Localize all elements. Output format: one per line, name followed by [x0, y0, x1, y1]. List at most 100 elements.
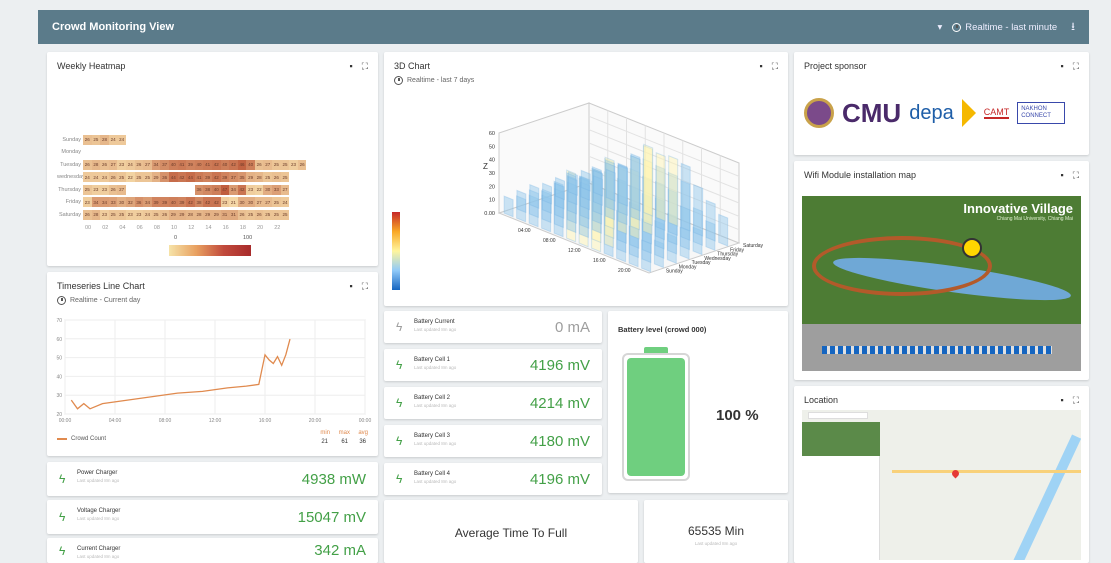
heatmap-title: Weekly Heatmap [57, 61, 126, 71]
metric-power-charger: ϟ Power Charger Last updated 8m ago 4938… [47, 462, 378, 496]
export-icon[interactable]: ▪ [349, 61, 352, 72]
export-icon[interactable]: ▪ [1060, 61, 1063, 72]
heatmap-cell: 26 [83, 209, 92, 220]
heatmap-cell [186, 184, 195, 195]
heatmap-cell [151, 184, 161, 195]
heatmap-cell: 29 [203, 209, 212, 220]
z-tick-label: 10 [489, 198, 495, 204]
z-tick-label: 30 [489, 171, 495, 177]
surface-bar [718, 213, 729, 247]
heatmap-cell: 33 [272, 184, 281, 195]
dashboard-title: Crowd Monitoring View [52, 21, 175, 33]
map-search-bar[interactable] [808, 412, 868, 419]
heatmap-cell: 36 [160, 172, 169, 182]
lightning-icon: ϟ [396, 434, 403, 448]
metric-updated: Last updated 8m ago [414, 441, 457, 446]
metric-value: 4938 mW [301, 470, 366, 488]
y-tick-label: 60 [56, 337, 62, 343]
fullscreen-icon[interactable]: ⛶ [1073, 395, 1079, 406]
wifi-module-marker [962, 238, 982, 258]
metric-updated: Last updated 8m ago [414, 327, 457, 332]
avg-time-updated: Last updated 8m ago [694, 541, 738, 546]
surface-bar [630, 154, 641, 212]
z-tick-label: 60 [489, 131, 495, 137]
heatmap-cell: 36 [134, 197, 144, 207]
surface-bar [668, 155, 679, 227]
metric-value: 4196 mV [529, 470, 590, 488]
surface-bar [618, 164, 629, 207]
x-tick-label: 04:00 [518, 228, 531, 234]
heatmap-cell: 37 [229, 172, 238, 182]
heatmap-x-tick: 20 [257, 225, 264, 231]
y-tick-label: 40 [56, 374, 62, 380]
heatmap-cell: 42 [237, 184, 247, 195]
x-tick-label: 20:00 [618, 268, 631, 274]
metric-name: Battery Cell 1 [414, 357, 451, 363]
lightning-icon: ϟ [396, 472, 403, 486]
surface-bar [705, 199, 716, 242]
heatmap-x-tick: 18 [239, 225, 246, 231]
dropdown-caret-icon[interactable]: ▾ [937, 22, 942, 33]
fullscreen-icon[interactable]: ⛶ [1073, 170, 1079, 181]
wifi-map-image: Innovative Village Chiang Mai University… [802, 196, 1081, 371]
sponsor-logos: CMU depa CAMT NAKHON CONNECT [804, 88, 1079, 138]
map-road [892, 470, 1081, 473]
heatmap-x-tick: 00 [85, 225, 92, 231]
export-icon[interactable]: ▪ [1060, 395, 1063, 406]
heatmap-cell: 38 [203, 184, 212, 195]
time-range-picker[interactable]: Realtime - last minute [952, 22, 1057, 33]
heatmap-cell [160, 184, 169, 195]
surface-bar [580, 169, 591, 192]
heatmap-cell: 42 [211, 197, 221, 207]
heatmap-cell: 28 [194, 209, 204, 220]
heatmap-cell: 33 [108, 197, 118, 207]
stat-avg-label: avg [358, 430, 368, 436]
x-tick-label: 12:00 [568, 248, 581, 254]
metric-name: Battery Cell 4 [414, 471, 451, 477]
x-tick-label: 12:00 [209, 418, 222, 424]
heatmap-cell: 23 [289, 159, 298, 170]
y-tick-label: Sunday [666, 269, 683, 275]
x-tick-label: 16:00 [259, 418, 272, 424]
heatmap-cell: 23 [100, 209, 109, 220]
map-heading: Innovative Village [963, 201, 1073, 216]
chart3d-card: 3D Chart Realtime - last 7 days ▪ ⛶ 60 50 4… [384, 52, 788, 306]
map-side-panel [802, 422, 880, 560]
heatmap-x-tick: 12 [188, 225, 195, 231]
heatmap-cell: 26 [237, 209, 247, 220]
fullscreen-icon[interactable]: ⛶ [1073, 61, 1079, 72]
heatmap-cell: 25 [263, 209, 273, 220]
heatmap-cell: 36 [194, 184, 204, 195]
surface-bar [516, 189, 527, 214]
x-tick-label: 20:00 [309, 418, 322, 424]
heatmap-cell: 27 [108, 159, 118, 170]
metric-battery-cell-4: ϟ Battery Cell 4 Last updated 8m ago 419… [384, 463, 602, 495]
heatmap-x-tick: 08 [153, 225, 160, 231]
avg-time-value-card: 65535 Min Last updated 8m ago [644, 500, 788, 563]
y-tick-label: Saturday [743, 243, 764, 249]
heatmap-cell: 23 [91, 184, 101, 195]
heatmap-cell: 42 [177, 172, 187, 182]
heatmap-cell: 26 [83, 134, 92, 145]
heatmap-cell: 24 [125, 159, 135, 170]
heatmap-cell: 25 [280, 209, 290, 220]
heatmap-cell: 23 [246, 184, 255, 195]
metric-name: Current Charger [77, 546, 121, 552]
battery-level-text: 100 % [716, 407, 759, 424]
heatmap-cell: 34 [229, 184, 238, 195]
legend-crowd-count[interactable]: Crowd Count [57, 436, 106, 442]
heatmap-row: Friday 23 34 34 33 30 32 36 34 39 39 40 39 42 38 42 42 23… [57, 197, 290, 208]
heatmap-cell: 41 [177, 159, 187, 170]
wifi-map-card: Wifi Module installation map ▪ ⛶ Innovati… [794, 161, 1089, 380]
stat-min-label: min [320, 430, 330, 436]
heatmap-cell: 25 [272, 209, 281, 220]
nakhon-connect-logo: NAKHON CONNECT [1017, 101, 1066, 125]
download-icon[interactable]: ⭳ [1071, 18, 1075, 37]
heatmap-cell: 25 [246, 209, 255, 220]
export-icon[interactable]: ▪ [1060, 170, 1063, 181]
clock-icon [952, 22, 962, 32]
heatmap-day-label: Thursday [58, 186, 81, 193]
fullscreen-icon[interactable]: ⛶ [362, 61, 368, 72]
location-map[interactable] [802, 410, 1081, 560]
heatmap-row: Thursday 25 23 23 26 27 36 38 40 47 34 42 23 22 30 33 27 [57, 184, 290, 195]
